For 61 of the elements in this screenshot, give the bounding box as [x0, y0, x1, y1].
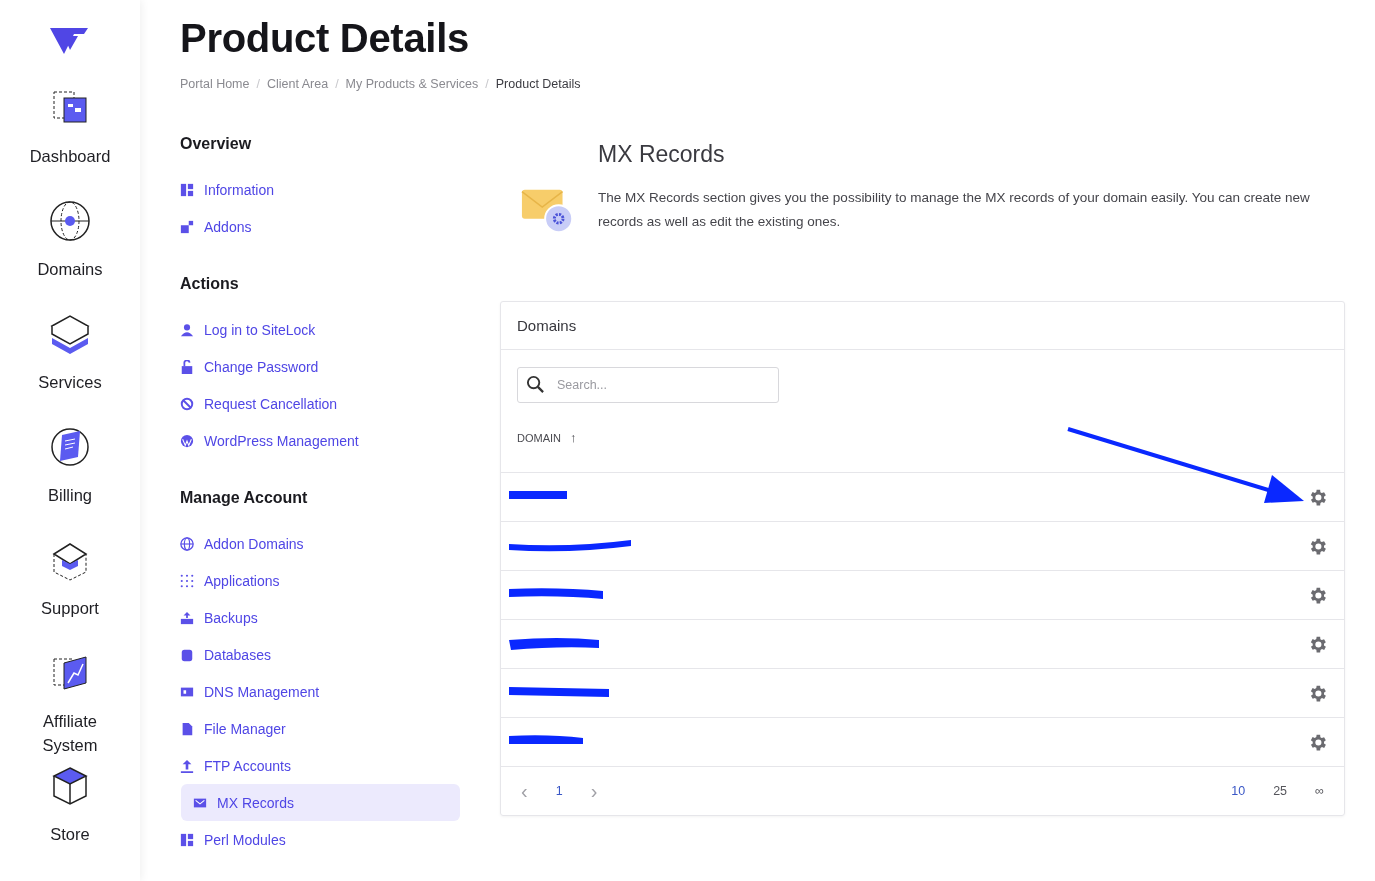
menu-item[interactable]: MX Records: [181, 784, 460, 821]
globe-icon: [48, 199, 92, 243]
grid-icon: [180, 573, 194, 588]
breadcrumb-separator: /: [485, 77, 489, 91]
lock-icon: [180, 359, 194, 374]
menu-item[interactable]: File Manager: [180, 710, 460, 747]
menu-heading: Manage Account: [180, 489, 309, 507]
page-number[interactable]: 1: [555, 784, 563, 798]
upload-icon: [180, 758, 194, 773]
column-header[interactable]: DOMAIN: [517, 431, 561, 444]
breadcrumb-separator: /: [256, 77, 260, 91]
menu-item[interactable]: Information: [180, 171, 460, 208]
search-icon: [526, 375, 545, 394]
menu-item[interactable]: Addon Domains: [180, 525, 460, 562]
breadcrumb-link[interactable]: Portal Home: [180, 77, 250, 91]
page-size-option[interactable]: ∞: [1315, 784, 1324, 798]
sidebar-item[interactable]: Store: [25, 764, 115, 877]
menu-item[interactable]: Backups: [180, 599, 460, 636]
menu-heading: Actions: [180, 275, 240, 293]
menu-item[interactable]: DNS Management: [180, 673, 460, 710]
menu-item[interactable]: Addons: [180, 208, 460, 245]
page-title: Product Details: [180, 16, 470, 61]
sidebar-item[interactable]: Services: [25, 312, 115, 425]
menu-item[interactable]: Request Cancellation: [180, 385, 460, 422]
sort-arrow[interactable]: ↑: [570, 430, 577, 445]
sidebar-item[interactable]: Billing: [25, 425, 115, 538]
server-icon: [48, 312, 92, 356]
sidebar-item[interactable]: Domains: [25, 199, 115, 312]
user-icon: [180, 322, 194, 337]
ban-icon: [180, 396, 194, 411]
menu-item[interactable]: WordPress Management: [180, 422, 460, 459]
card-title: Domains: [517, 317, 577, 334]
blocks-icon: [180, 182, 194, 197]
breadcrumb-separator: /: [335, 77, 339, 91]
globe-icon: [180, 536, 194, 551]
breadcrumb-link[interactable]: My Products & Services: [345, 77, 479, 91]
menu-heading: Overview: [180, 135, 253, 153]
section-description: The MX Records section gives you the possibility to manage the MX records of your domain easily. You can create new records as well as edit the existing ones.: [598, 189, 1311, 231]
search-field[interactable]: Search...: [517, 367, 779, 403]
file-icon: [180, 721, 194, 736]
backup-icon: [180, 610, 194, 625]
menu-item[interactable]: FTP Accounts: [180, 747, 460, 784]
logo-icon[interactable]: [50, 26, 90, 56]
sidebar-item[interactable]: Affiliate System: [25, 651, 115, 764]
menu-item[interactable]: Applications: [180, 562, 460, 599]
section-title: MX Records: [598, 141, 726, 168]
blocks-icon: [180, 832, 194, 847]
wordpress-icon: [180, 433, 194, 448]
page-size-option[interactable]: 10: [1231, 784, 1246, 798]
menu-item[interactable]: Log in to SiteLock: [180, 311, 460, 348]
breadcrumb-link[interactable]: Product Details: [495, 77, 581, 91]
menu-item[interactable]: Perl Modules: [180, 821, 460, 858]
page-size-option[interactable]: 25: [1273, 784, 1288, 798]
menu-item[interactable]: Change Password: [180, 348, 460, 385]
sidebar-item[interactable]: Dashboard: [25, 86, 115, 199]
billing-icon: [48, 425, 92, 469]
sidebar-item[interactable]: Support: [25, 538, 115, 651]
database-icon: [180, 647, 194, 662]
addons-icon: [180, 219, 194, 234]
breadcrumb-link[interactable]: Client Area: [266, 77, 329, 91]
menu-item[interactable]: Databases: [180, 636, 460, 673]
